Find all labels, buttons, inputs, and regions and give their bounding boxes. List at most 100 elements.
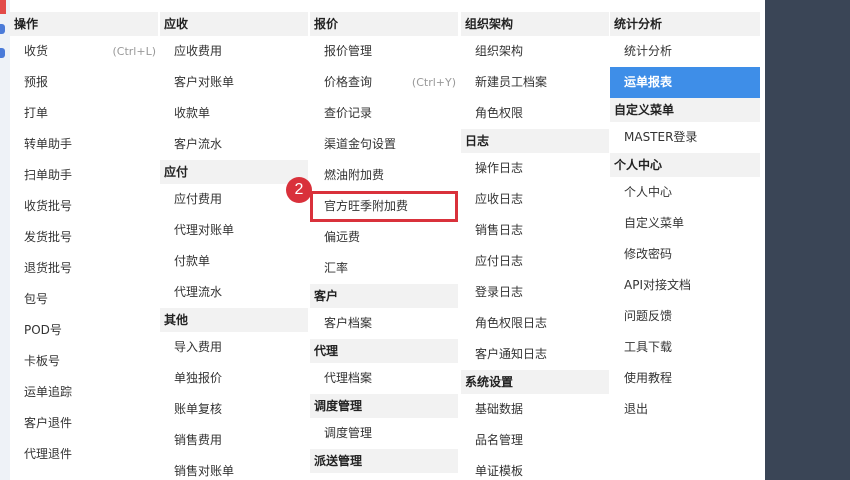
menu-item[interactable]: 销售对账单 — [160, 456, 308, 480]
menu-item[interactable]: 单独报价 — [160, 363, 308, 394]
menu-item-shortcut: (Ctrl+L) — [112, 45, 156, 58]
menu-group-header: 自定义菜单 — [610, 98, 760, 122]
menu-item[interactable]: 统计分析 — [610, 36, 760, 67]
menu-item[interactable]: 燃油附加费 — [310, 160, 458, 191]
menu-item[interactable]: 汇率 — [310, 253, 458, 284]
menu-item[interactable]: 收款单 — [160, 98, 308, 129]
menu-item[interactable]: 单证模板 — [461, 456, 609, 480]
menu-item[interactable]: 报价管理 — [310, 36, 458, 67]
menu-item-label: 问题反馈 — [624, 309, 673, 323]
menu-item[interactable]: 品名管理 — [461, 425, 609, 456]
menu-item[interactable]: 包号 — [10, 284, 158, 315]
menu-item[interactable]: 调度管理 — [310, 418, 458, 449]
menu-item-label: 退货批号 — [24, 261, 73, 275]
menu-item-label: POD号 — [24, 323, 62, 337]
menu-item-label: 应收日志 — [475, 192, 524, 206]
menu-item-label: 客户通知日志 — [475, 347, 548, 361]
menu-item-label: 导入费用 — [174, 340, 223, 354]
menu-item[interactable]: 登录日志 — [461, 277, 609, 308]
menu-item-label: 包号 — [24, 292, 49, 306]
menu-item-label: 使用教程 — [624, 371, 673, 385]
menu-group-header: 派送管理 — [310, 449, 458, 473]
menu-item[interactable]: 新建员工档案 — [461, 67, 609, 98]
menu-group-header: 日志 — [461, 129, 609, 153]
menu-item[interactable]: 代理流水 — [160, 277, 308, 308]
menu-item[interactable]: 卡板号 — [10, 346, 158, 377]
menu-item[interactable]: API对接文档 — [610, 270, 760, 301]
menu-item[interactable]: 转单助手 — [10, 129, 158, 160]
menu-item[interactable]: 打单 — [10, 98, 158, 129]
menu-item[interactable]: 客户对账单 — [160, 67, 308, 98]
menu-item[interactable]: 代理档案 — [310, 363, 458, 394]
menu-item[interactable]: 代理对账单 — [160, 215, 308, 246]
menu-item[interactable]: 运单报表 — [610, 67, 760, 98]
menu-item[interactable]: 客户流水 — [160, 129, 308, 160]
menu-item-label: 燃油附加费 — [324, 168, 385, 182]
menu-item[interactable]: 销售费用 — [160, 425, 308, 456]
menu-item[interactable]: 退出 — [610, 394, 760, 425]
menu-item[interactable]: 应收日志 — [461, 184, 609, 215]
menu-column: 统计分析 统计分析 运单报表 自定义菜单 MASTER登录 个人中心 个人中心 自定义菜单 修改… — [610, 12, 760, 425]
menu-item-label: 卡板号 — [24, 354, 61, 368]
menu-item[interactable]: 付款单 — [160, 246, 308, 277]
menu-item[interactable]: 组织架构 — [461, 36, 609, 67]
menu-item[interactable]: 查价记录 — [310, 98, 458, 129]
menu-column: 操作 收货 (Ctrl+L) 预报 打单 转单助手 扫单助手 收货批号 发货批号 退货批号 包号 PO… — [10, 12, 158, 470]
menu-item[interactable]: 官方旺季附加费 — [310, 191, 458, 222]
menu-item-label: 自定义菜单 — [624, 216, 685, 230]
menu-item[interactable]: 发货批号 — [10, 222, 158, 253]
menu-item[interactable]: 工具下载 — [610, 332, 760, 363]
menu-item-shortcut: (Ctrl+Y) — [411, 76, 456, 89]
menu-item[interactable]: 修改密码 — [610, 239, 760, 270]
menu-item-label: 代理对账单 — [174, 223, 235, 237]
menu-item[interactable]: MASTER登录 — [610, 122, 760, 153]
menu-item[interactable]: 客户退件 — [10, 408, 158, 439]
menu-item-label: 操作日志 — [475, 161, 524, 175]
menu-group-header: 客户 — [310, 284, 458, 308]
menu-item-label: 账单复核 — [174, 402, 223, 416]
menu-item-label: 统计分析 — [624, 44, 673, 58]
menu-item[interactable]: 使用教程 — [610, 363, 760, 394]
menu-group-header: 组织架构 — [461, 12, 609, 36]
menu-item-label: 查价记录 — [324, 106, 373, 120]
menu-item[interactable]: 退货批号 — [10, 253, 158, 284]
menu-item-label: 渠道金句设置 — [324, 137, 397, 151]
menu-item[interactable]: 销售日志 — [461, 215, 609, 246]
menu-item[interactable]: 自定义菜单 — [610, 208, 760, 239]
menu-item-label: 修改密码 — [624, 247, 673, 261]
menu-item-label: 品名管理 — [475, 433, 524, 447]
menu-item[interactable]: 角色权限 — [461, 98, 609, 129]
menu-item[interactable]: 应付日志 — [461, 246, 609, 277]
menu-item-label: 组织架构 — [475, 44, 524, 58]
menu-item[interactable]: 导入费用 — [160, 332, 308, 363]
menu-column: 组织架构 组织架构 新建员工档案 角色权限 日志 操作日志 应收日志 销售日志 应付日志 登录日志… — [461, 12, 609, 480]
background-button — [0, 24, 5, 34]
menu-item-label: 运单追踪 — [24, 385, 73, 399]
menu-item[interactable]: 预报 — [10, 67, 158, 98]
menu-item[interactable]: 运单追踪 — [10, 377, 158, 408]
menu-item[interactable]: 收货 (Ctrl+L) — [10, 36, 158, 67]
menu-item[interactable]: 基础数据 — [461, 394, 609, 425]
menu-item[interactable]: 扫单助手 — [10, 160, 158, 191]
menu-item-label: 收货 — [24, 44, 49, 58]
menu-item[interactable]: 偏远费 — [310, 222, 458, 253]
menu-item[interactable]: 问题反馈 — [610, 301, 760, 332]
menu-item-label: 角色权限日志 — [475, 316, 548, 330]
menu-item[interactable]: 客户通知日志 — [461, 339, 609, 370]
menu-item[interactable]: 角色权限日志 — [461, 308, 609, 339]
menu-item[interactable]: 操作日志 — [461, 153, 609, 184]
menu-item[interactable]: POD号 — [10, 315, 158, 346]
menu-item[interactable]: 价格查询 (Ctrl+Y) — [310, 67, 458, 98]
background-tab — [0, 0, 6, 14]
menu-item[interactable]: 账单复核 — [160, 394, 308, 425]
menu-item[interactable]: 应收费用 — [160, 36, 308, 67]
menu-item[interactable]: 渠道金句设置 — [310, 129, 458, 160]
menu-item[interactable]: 客户档案 — [310, 308, 458, 339]
menu-item[interactable]: 个人中心 — [610, 177, 760, 208]
menu-group-header: 代理 — [310, 339, 458, 363]
background-left-strip — [0, 0, 10, 480]
menu-item-label: 销售对账单 — [174, 464, 235, 478]
menu-item[interactable]: 收货批号 — [10, 191, 158, 222]
menu-item[interactable]: 代理退件 — [10, 439, 158, 470]
menu-item-label: 客户档案 — [324, 316, 373, 330]
